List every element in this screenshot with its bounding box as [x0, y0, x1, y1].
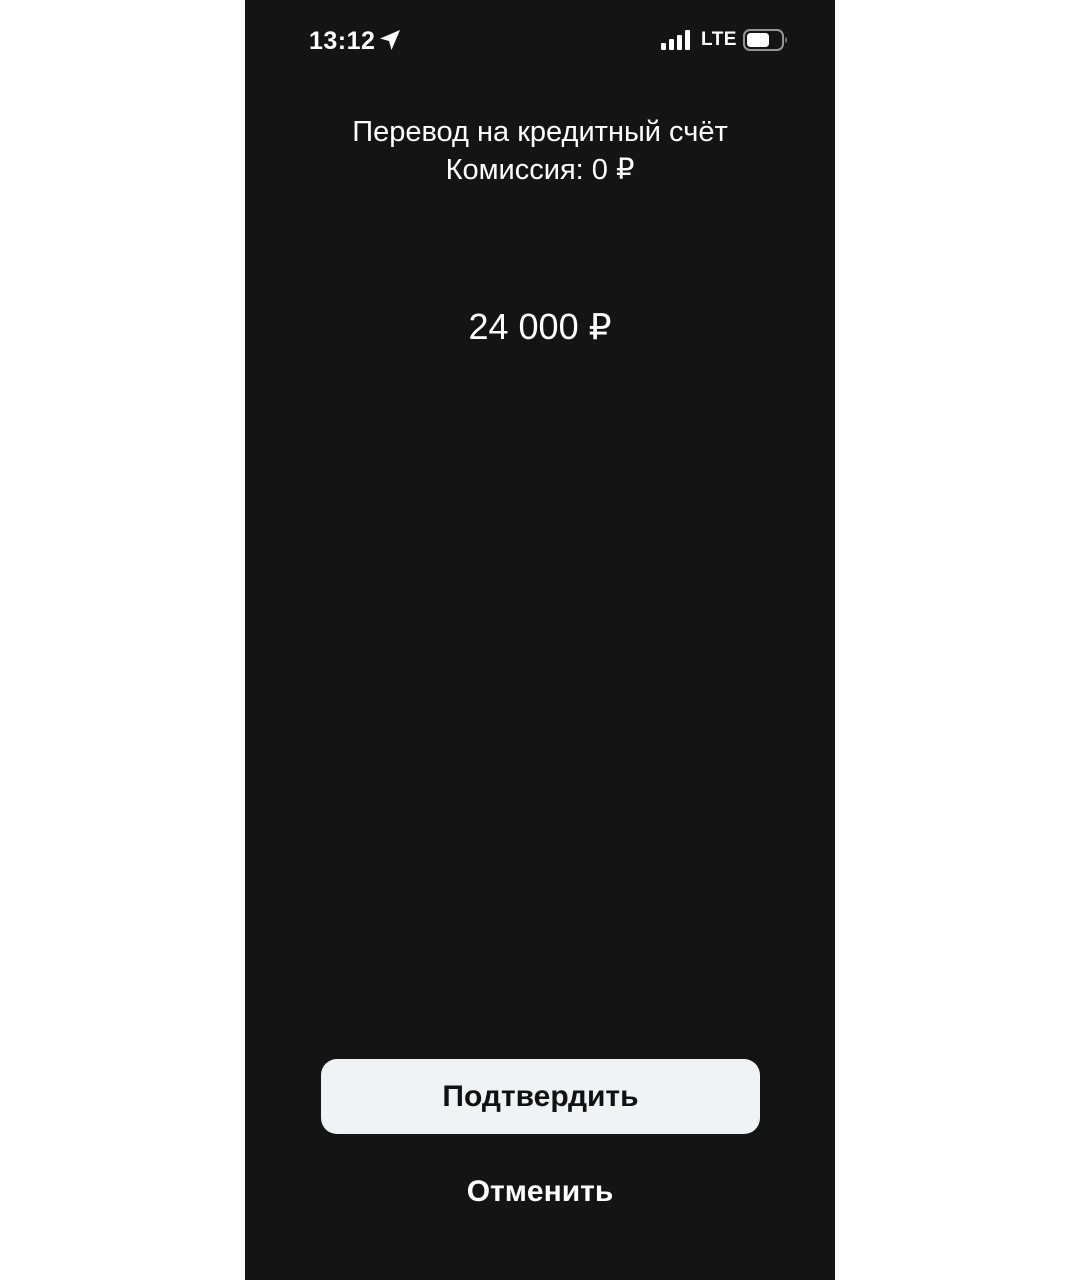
battery-icon [743, 29, 787, 51]
cellular-signal-icon [661, 30, 690, 50]
network-type-label: LTE [701, 29, 737, 50]
transfer-title: Перевод на кредитный счёт [352, 116, 728, 148]
status-bar: 13:12 LTE [245, 0, 835, 80]
phone-screen: 13:12 LTE Перевод на кредитный счёт Коми… [245, 0, 835, 1280]
location-arrow-icon [380, 30, 400, 50]
cancel-button[interactable]: Отменить [245, 1170, 835, 1214]
commission-text: Комиссия: 0 ₽ [445, 154, 635, 186]
transfer-header: Перевод на кредитный счёт Комиссия: 0 ₽ [245, 113, 835, 189]
confirm-button[interactable]: Подтвердить [321, 1059, 760, 1134]
status-time: 13:12 [309, 27, 376, 55]
transfer-amount: 24 000 ₽ [468, 306, 612, 347]
